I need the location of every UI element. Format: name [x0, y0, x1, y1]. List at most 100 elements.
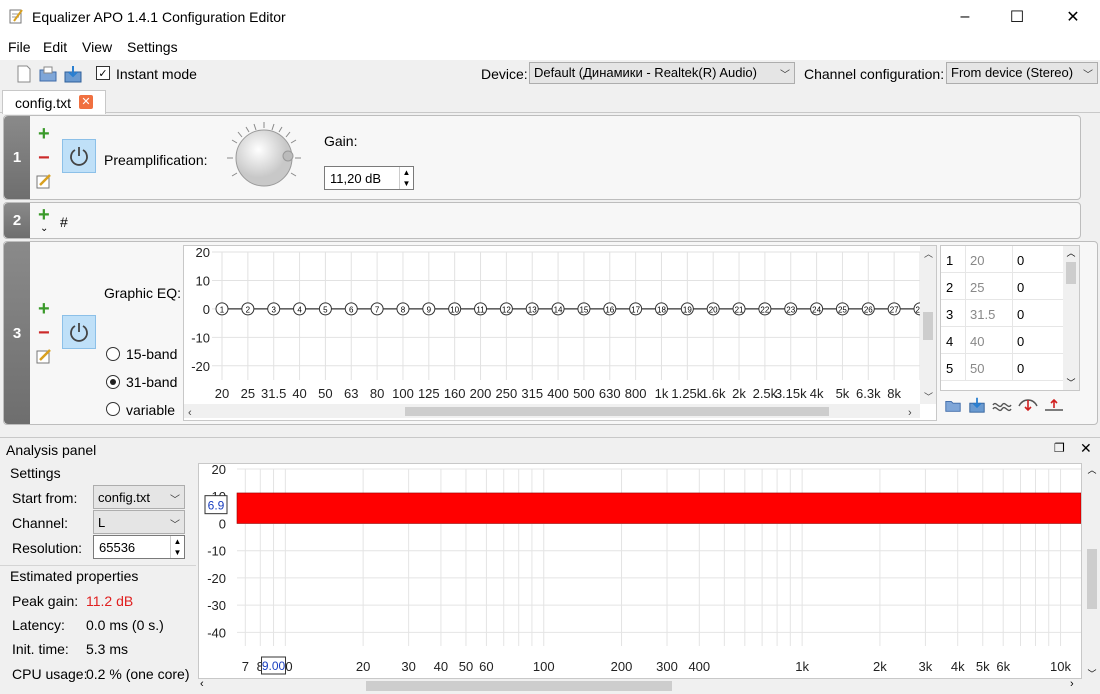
analysis-vertical-scrollbar[interactable]: ︿ ﹀	[1084, 463, 1100, 679]
power-toggle[interactable]	[62, 139, 96, 173]
band-frequency[interactable]: 50	[970, 361, 984, 376]
remove-filter-icon[interactable]: −	[38, 323, 50, 343]
invert-response-icon[interactable]	[1018, 396, 1038, 414]
start-from-select[interactable]: config.txt ﹀	[93, 485, 185, 509]
remove-filter-icon[interactable]: −	[38, 148, 50, 168]
float-panel-icon[interactable]: ❐	[1054, 441, 1065, 455]
graphic-eq-chart[interactable]: 20 10 0 -10 -20 1 2 3 4 5 6 7 8 9 10 11 12 13 14 15 16 17 18 19…	[183, 245, 937, 421]
band-frequency[interactable]: 40	[970, 334, 984, 349]
menu-file[interactable]: File	[8, 39, 31, 55]
instant-mode-checkbox[interactable]: ✓	[96, 66, 110, 80]
scroll-thumb[interactable]	[366, 681, 672, 691]
eq-band-handle[interactable]: 27	[887, 302, 901, 316]
table-row[interactable]: 2 25 0	[941, 273, 1063, 300]
eq-band-handle[interactable]: 5	[318, 302, 332, 316]
scroll-thumb[interactable]	[1087, 549, 1097, 609]
close-button[interactable]: ✕	[1050, 0, 1096, 34]
add-filter-icon[interactable]: +	[38, 124, 50, 144]
chevron-up-icon[interactable]: ︿	[1063, 246, 1079, 259]
band-gain[interactable]: 0	[1017, 361, 1024, 376]
close-panel-icon[interactable]: ✕	[1080, 440, 1092, 457]
normalize-icon[interactable]	[1044, 396, 1064, 414]
eq-band-handle[interactable]: 1	[215, 302, 229, 316]
eq-band-handle[interactable]: 17	[629, 302, 643, 316]
analysis-chart-svg[interactable]: 20100-10-20-30-4078102030405060100200300…	[199, 462, 1082, 678]
eq-band-handle[interactable]: 2	[241, 302, 255, 316]
eq-band-handle[interactable]: 15	[577, 302, 591, 316]
new-file-icon[interactable]	[14, 64, 34, 84]
eq-band-handle[interactable]: 18	[654, 302, 668, 316]
table-row[interactable]: 1 20 0	[941, 246, 1063, 273]
eq-band-handle[interactable]: 13	[525, 302, 539, 316]
save-icon[interactable]	[968, 396, 986, 414]
eq-band-handle[interactable]: 23	[784, 302, 798, 316]
band-gain[interactable]: 0	[1017, 334, 1024, 349]
eq-band-handle[interactable]: 25	[835, 302, 849, 316]
radio-variable[interactable]	[106, 402, 120, 416]
open-folder-icon[interactable]	[38, 64, 58, 84]
chevron-left-icon[interactable]: ‹	[200, 678, 204, 690]
tab-config[interactable]: config.txt ✕	[2, 90, 106, 114]
eq-band-handle[interactable]: 14	[551, 302, 565, 316]
eq-band-handle[interactable]: 9	[422, 302, 436, 316]
power-toggle[interactable]	[62, 315, 96, 349]
eq-band-handle[interactable]: 8	[396, 302, 410, 316]
add-filter-icon[interactable]: +	[38, 299, 50, 319]
table-row[interactable]: 3 31.5 0	[941, 300, 1063, 327]
comment-text[interactable]: #	[60, 214, 68, 230]
eq-band-handle[interactable]: 16	[603, 302, 617, 316]
gain-spinbox[interactable]: 11,20 dB ▲ ▼	[324, 166, 414, 190]
maximize-button[interactable]: ☐	[994, 0, 1040, 34]
radio-31-band[interactable]	[106, 375, 120, 389]
expand-icon[interactable]: ⌄	[40, 223, 48, 234]
band-frequency[interactable]: 20	[970, 253, 984, 268]
eq-band-handle[interactable]: 3	[267, 302, 281, 316]
eq-band-handle[interactable]: 12	[499, 302, 513, 316]
gain-knob[interactable]	[224, 120, 304, 196]
wave-icon[interactable]	[992, 396, 1012, 414]
eq-band-handle[interactable]: 11	[474, 302, 488, 316]
band-gain[interactable]: 0	[1017, 280, 1024, 295]
band-frequency[interactable]: 31.5	[970, 307, 995, 322]
eq-band-handle[interactable]: 26	[861, 302, 875, 316]
menu-view[interactable]: View	[82, 39, 112, 55]
eq-chart-svg[interactable]: 20100-10-201 2 3 4 5 6 7 8 9 10 11 12 13 14 15 16 17 18 19…	[184, 245, 936, 420]
save-icon[interactable]	[63, 64, 83, 84]
table-row[interactable]: 5 50 0	[941, 354, 1063, 381]
table-row[interactable]: 4 40 0	[941, 327, 1063, 354]
eq-band-handle[interactable]: 21	[732, 302, 746, 316]
menu-edit[interactable]: Edit	[43, 39, 67, 55]
minimize-button[interactable]: –	[942, 0, 988, 34]
eq-band-handle[interactable]: 10	[448, 302, 462, 316]
eq-band-handle[interactable]: 4	[293, 302, 307, 316]
chevron-down-icon[interactable]: ﹀	[1084, 667, 1100, 680]
eq-band-handle[interactable]: 6	[344, 302, 358, 316]
spin-arrows-icon[interactable]: ▲ ▼	[170, 536, 184, 558]
resolution-spinbox[interactable]: 65536 ▲ ▼	[93, 535, 185, 559]
band-gain[interactable]: 0	[1017, 307, 1024, 322]
close-tab-icon[interactable]: ✕	[79, 95, 93, 109]
scroll-thumb[interactable]	[1066, 262, 1076, 284]
eq-band-table[interactable]: 1 20 0 2 25 0 3 31.5 0 4 40 0 5 50 0 ︿ ﹀	[940, 245, 1080, 391]
chevron-down-icon[interactable]: ﹀	[1063, 376, 1079, 389]
eq-band-handle[interactable]: 19	[680, 302, 694, 316]
eq-band-handle[interactable]: 20	[706, 302, 720, 316]
open-folder-icon[interactable]	[944, 396, 962, 414]
menu-settings[interactable]: Settings	[127, 39, 178, 55]
radio-15-band[interactable]	[106, 347, 120, 361]
channel-config-select[interactable]: From device (Stereo) ﹀	[946, 62, 1098, 84]
eq-band-handle[interactable]: 24	[810, 302, 824, 316]
chevron-right-icon[interactable]: ›	[1070, 678, 1074, 690]
analysis-horizontal-scrollbar[interactable]: ‹ ›	[198, 678, 1082, 693]
table-scrollbar[interactable]: ︿ ﹀	[1063, 246, 1079, 390]
eq-band-handle[interactable]: 22	[758, 302, 772, 316]
add-filter-icon[interactable]: +	[38, 205, 50, 225]
analysis-chart[interactable]: 20100-10-20-30-4078102030405060100200300…	[198, 462, 1082, 679]
chevron-up-icon[interactable]: ︿	[1084, 463, 1100, 476]
edit-icon[interactable]	[36, 348, 52, 364]
edit-icon[interactable]	[36, 173, 52, 189]
band-frequency[interactable]: 25	[970, 280, 984, 295]
eq-band-handle[interactable]: 7	[370, 302, 384, 316]
device-select[interactable]: Default (Динамики - Realtek(R) Audio) ﹀	[529, 62, 795, 84]
spin-arrows-icon[interactable]: ▲ ▼	[399, 167, 413, 189]
